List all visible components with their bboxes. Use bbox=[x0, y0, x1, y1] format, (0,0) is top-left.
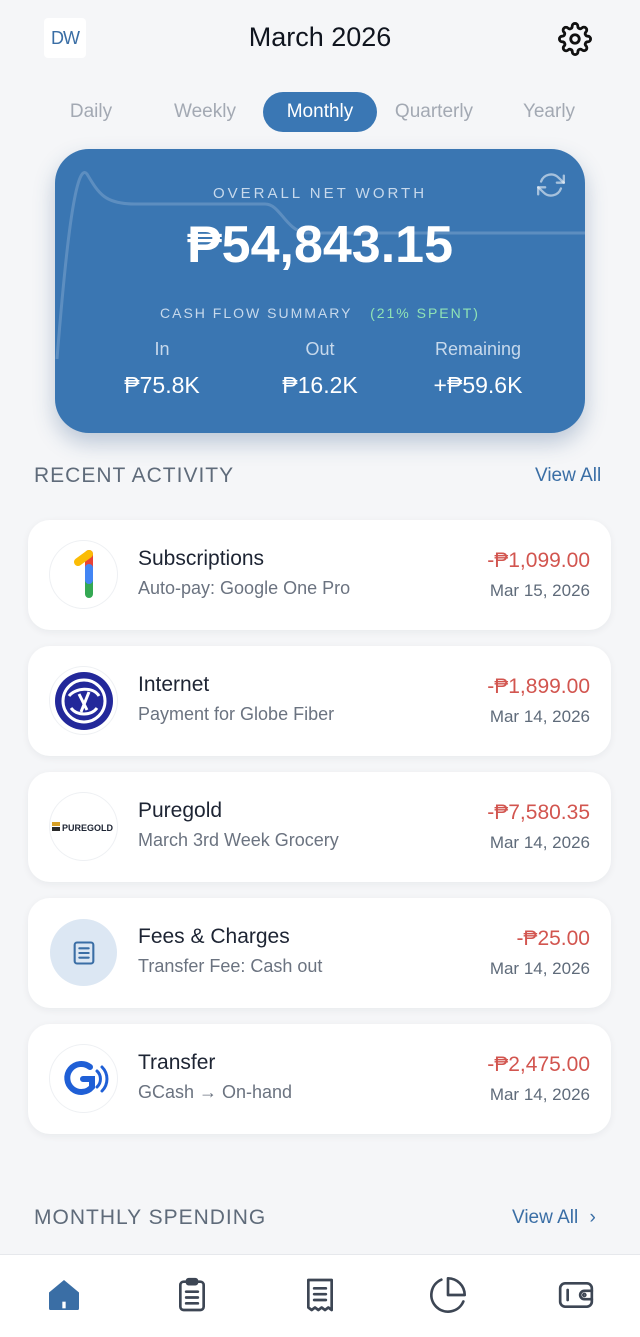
puregold-icon: PUREGOLD bbox=[51, 821, 114, 833]
stat-in-label: In bbox=[154, 339, 170, 359]
transaction-title: Subscriptions bbox=[138, 547, 265, 570]
tab-quarterly[interactable]: Quarterly bbox=[377, 92, 491, 132]
transaction-icon: PUREGOLD bbox=[50, 793, 117, 860]
transaction-title: Transfer bbox=[138, 1051, 216, 1074]
monthly-view-all-link[interactable]: View All › bbox=[512, 1207, 596, 1229]
transaction-amount: -₱1,099.00 bbox=[487, 549, 590, 572]
transaction-date: Mar 15, 2026 bbox=[489, 581, 590, 600]
transaction-date: Mar 14, 2026 bbox=[489, 959, 590, 978]
chevron-right-icon: › bbox=[589, 1207, 596, 1228]
stat-in: In ₱75.8K bbox=[74, 339, 250, 399]
transaction-amount: -₱2,475.00 bbox=[487, 1053, 590, 1076]
transaction-icon bbox=[50, 667, 117, 734]
transaction-amount: -₱7,580.35 bbox=[487, 801, 590, 824]
stat-out-label: Out bbox=[305, 339, 335, 359]
cash-flow-label: CASH FLOW SUMMARY bbox=[160, 305, 353, 321]
svg-text:PUREGOLD: PUREGOLD bbox=[62, 823, 114, 833]
net-worth-card: OVERALL NET WORTH ₱54,843.15 CASH FLOW S… bbox=[55, 149, 585, 433]
transaction-row[interactable]: Subscriptions Auto-pay: Google One Pro -… bbox=[28, 520, 611, 630]
stat-remaining-value: +₱59.6K bbox=[433, 372, 523, 398]
net-worth-value: ₱54,843.15 bbox=[186, 216, 454, 274]
monthly-view-all-label: View All bbox=[512, 1207, 579, 1228]
stat-out: Out ₱16.2K bbox=[232, 339, 408, 399]
transaction-icon bbox=[50, 1045, 117, 1112]
nav-tasks[interactable] bbox=[172, 1275, 212, 1315]
monthly-spending-title: MONTHLY SPENDING bbox=[34, 1206, 267, 1229]
transaction-icon bbox=[50, 541, 117, 608]
nav-reports[interactable] bbox=[428, 1275, 468, 1315]
tab-weekly[interactable]: Weekly bbox=[148, 92, 262, 132]
tab-daily[interactable]: Daily bbox=[34, 92, 148, 132]
transaction-row[interactable]: Internet Payment for Globe Fiber -₱1,899… bbox=[28, 646, 611, 756]
transaction-row[interactable]: Fees & Charges Transfer Fee: Cash out -₱… bbox=[28, 898, 611, 1008]
transaction-date: Mar 14, 2026 bbox=[489, 1085, 590, 1104]
transaction-title: Puregold bbox=[138, 799, 223, 822]
gear-icon bbox=[558, 22, 592, 56]
spent-percent: (21% SPENT) bbox=[370, 305, 480, 321]
wallet-icon bbox=[558, 1282, 594, 1308]
transaction-subtitle: Transfer Fee: Cash out bbox=[138, 956, 323, 976]
transaction-row[interactable]: PUREGOLD Puregold March 3rd Week Grocery… bbox=[28, 772, 611, 882]
transaction-subtitle: March 3rd Week Grocery bbox=[138, 830, 339, 850]
stat-remaining: Remaining +₱59.6K bbox=[390, 339, 566, 399]
transaction-amount: -₱25.00 bbox=[516, 927, 590, 950]
tab-monthly[interactable]: Monthly bbox=[263, 92, 377, 132]
stat-remaining-label: Remaining bbox=[434, 339, 522, 359]
clipboard-icon bbox=[179, 1277, 205, 1312]
transaction-date: Mar 14, 2026 bbox=[489, 833, 590, 852]
transaction-title: Fees & Charges bbox=[138, 925, 290, 948]
transaction-subtitle: GCash → On-hand bbox=[138, 1082, 293, 1102]
page-title: March 2026 bbox=[248, 22, 392, 52]
transaction-subtitle: Payment for Globe Fiber bbox=[138, 704, 335, 724]
nav-home[interactable] bbox=[44, 1275, 84, 1315]
pie-chart-icon bbox=[430, 1277, 466, 1313]
transaction-icon bbox=[50, 919, 117, 986]
transaction-row[interactable]: Transfer GCash → On-hand -₱2,475.00 Mar … bbox=[28, 1024, 611, 1134]
period-tabs: Daily Weekly Monthly Quarterly Yearly bbox=[34, 92, 606, 132]
google-one-icon bbox=[73, 549, 93, 598]
receipt-icon bbox=[73, 940, 94, 965]
recent-view-all-link[interactable]: View All bbox=[535, 465, 601, 487]
stat-in-value: ₱75.8K bbox=[124, 372, 200, 398]
app-header: DW March 2026 bbox=[0, 0, 640, 80]
nav-transactions[interactable] bbox=[300, 1275, 340, 1315]
tab-yearly[interactable]: Yearly bbox=[492, 92, 606, 132]
settings-button[interactable] bbox=[558, 22, 592, 56]
globe-icon bbox=[54, 671, 113, 730]
receipt-icon bbox=[307, 1278, 333, 1312]
gcash-icon bbox=[59, 1054, 108, 1103]
recent-activity-title: RECENT ACTIVITY bbox=[34, 464, 235, 487]
nav-wallet[interactable] bbox=[556, 1275, 596, 1315]
bottom-nav bbox=[0, 1254, 640, 1337]
transaction-title: Internet bbox=[138, 673, 210, 696]
home-icon bbox=[49, 1280, 79, 1310]
transaction-subtitle: Auto-pay: Google One Pro bbox=[138, 578, 351, 598]
cash-flow-summary: CASH FLOW SUMMARY (21% SPENT) bbox=[55, 305, 585, 321]
transaction-date: Mar 14, 2026 bbox=[489, 707, 590, 726]
net-worth-label: OVERALL NET WORTH bbox=[212, 185, 428, 202]
transaction-amount: -₱1,899.00 bbox=[487, 675, 590, 698]
stat-out-value: ₱16.2K bbox=[282, 372, 358, 398]
